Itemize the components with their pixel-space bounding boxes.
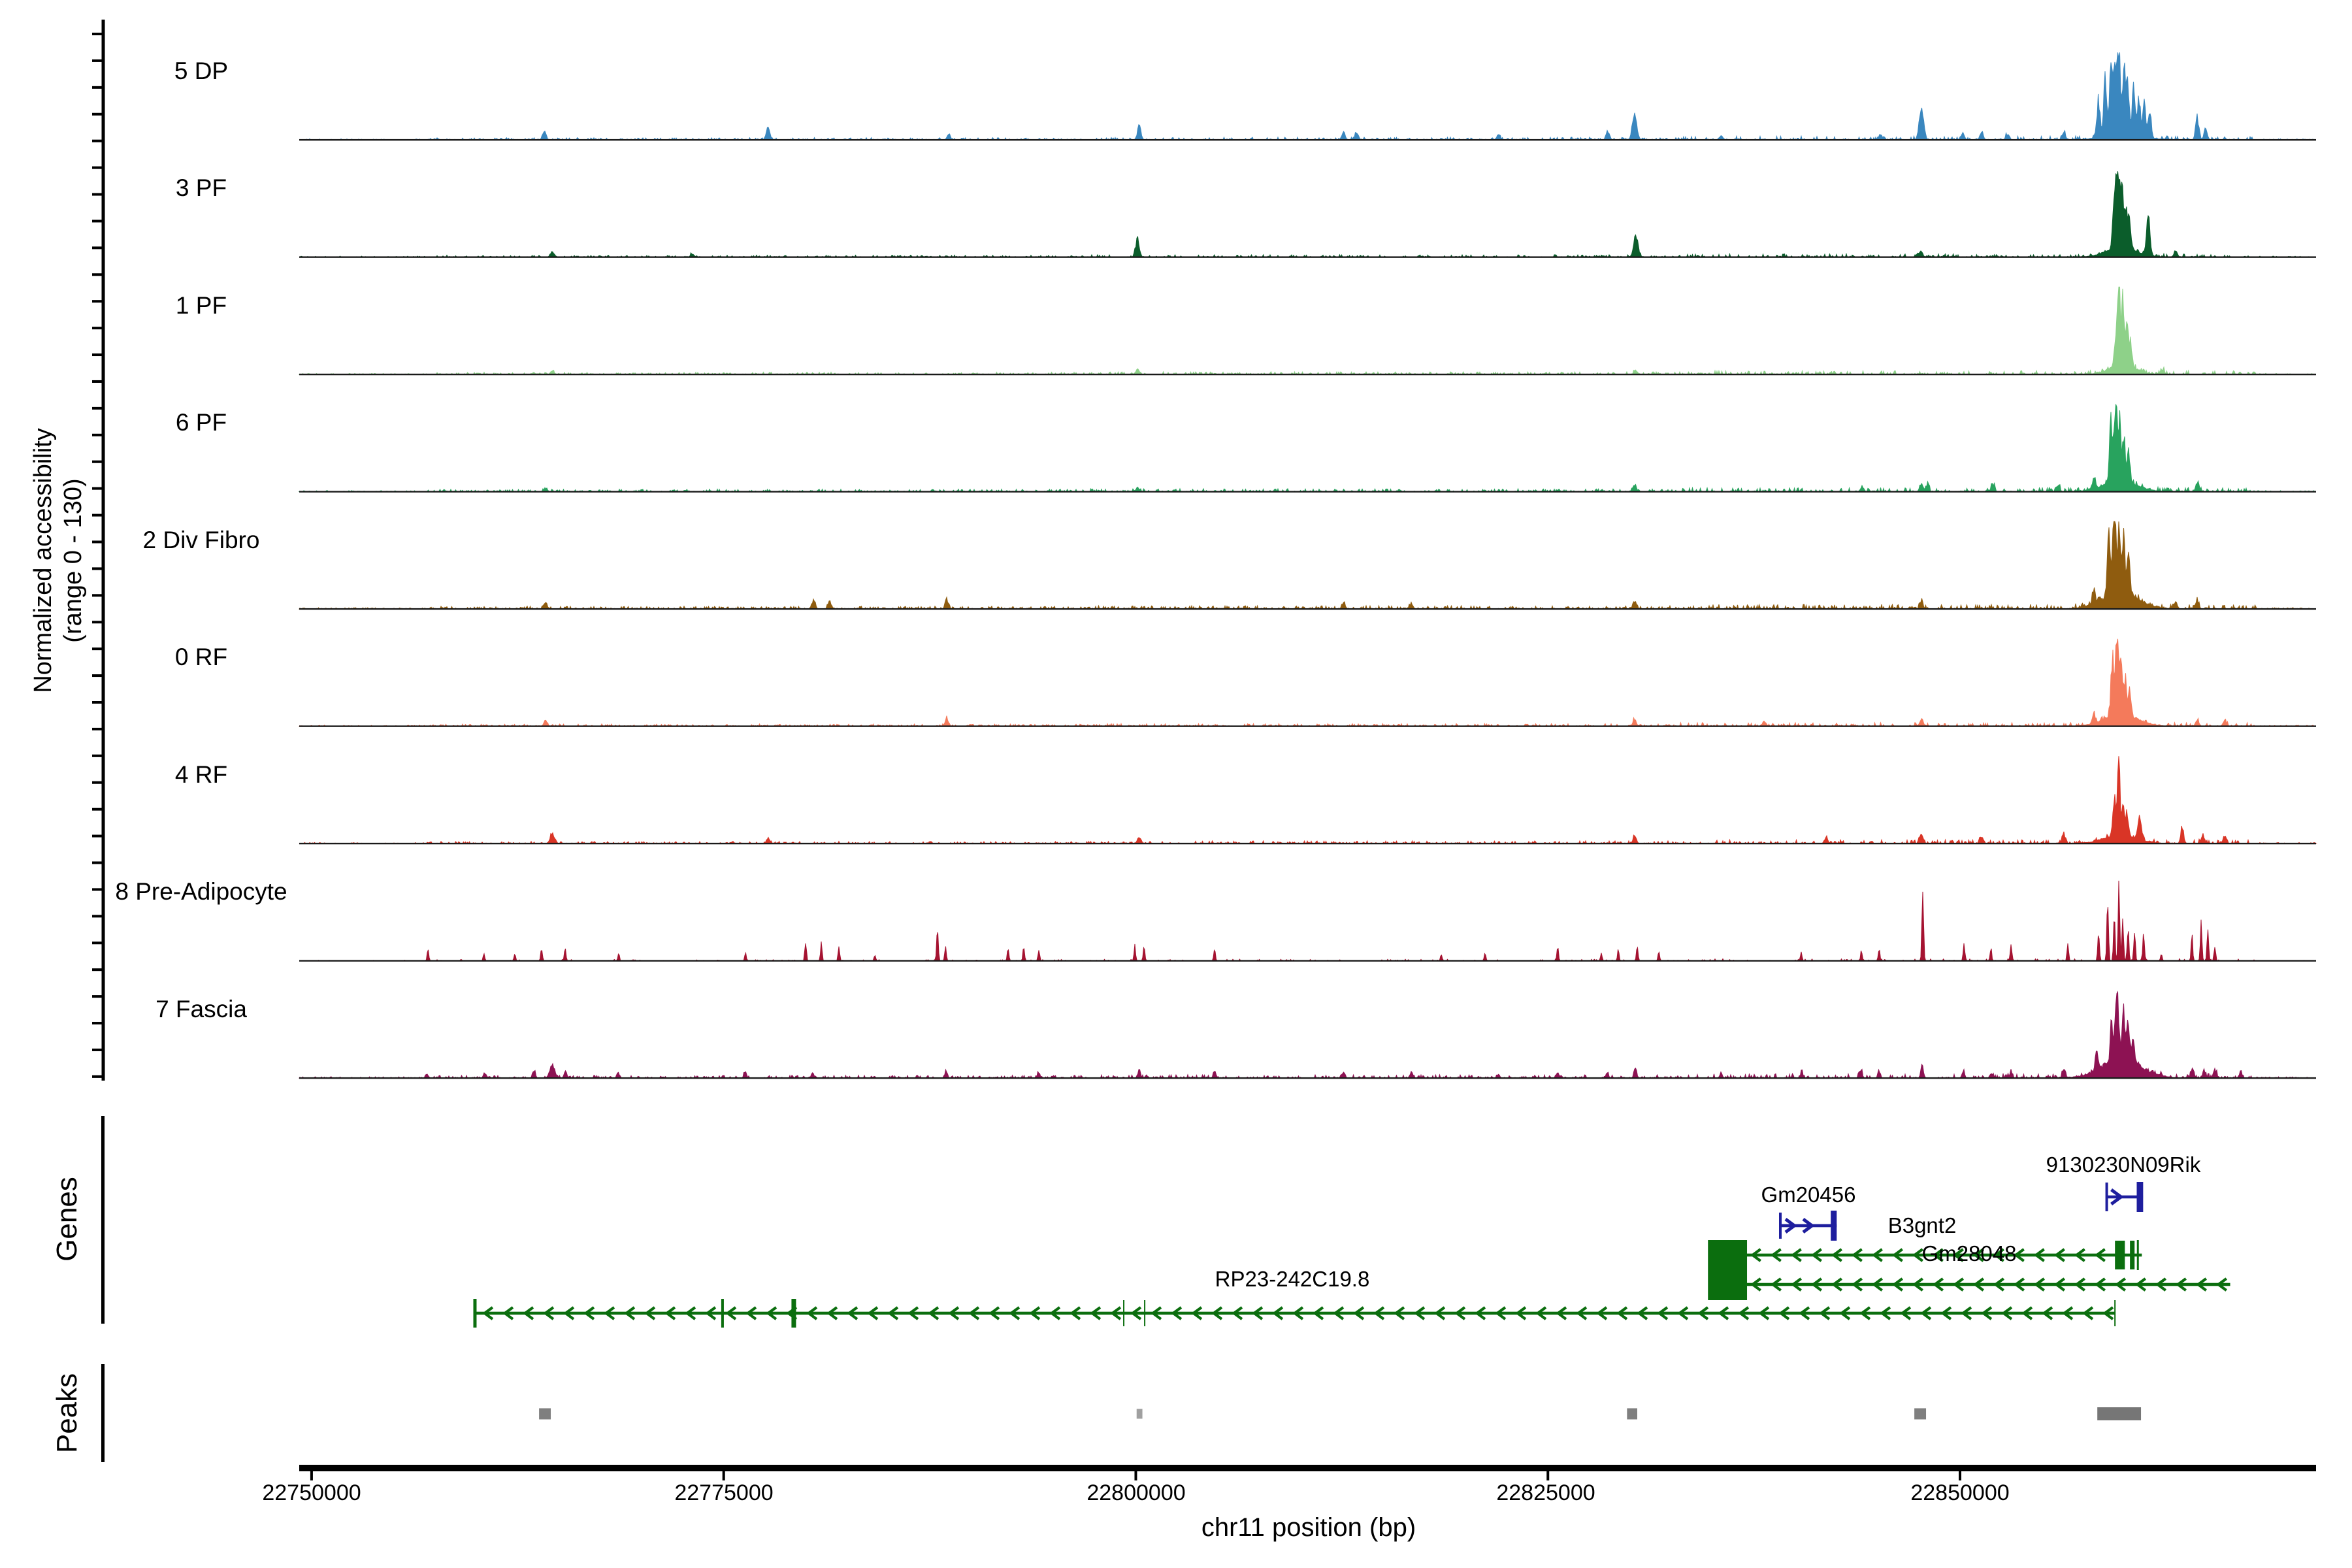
- track-signal-7-fascia: [299, 992, 2316, 1078]
- y-axis-tick: [92, 487, 102, 490]
- track-signal-3-pf: [299, 171, 2316, 257]
- peak-region-box: [1914, 1409, 1926, 1420]
- x-tick-22750000: 22750000: [227, 1480, 397, 1506]
- x-axis-tick: [310, 1471, 313, 1480]
- gene-exon-box: [2136, 1182, 2143, 1212]
- x-tick-22825000: 22825000: [1461, 1480, 1631, 1506]
- track-baseline: [299, 256, 2316, 257]
- peaks-section-label: Peaks: [50, 1315, 84, 1511]
- gene-exon-box: [2115, 1241, 2125, 1269]
- genome-tracks-plot: [0, 0, 2352, 1568]
- x-axis-bar: [299, 1465, 2316, 1471]
- gene-exon-tick: [791, 1299, 796, 1328]
- genome-browser-figure: 5 DP 3 PF 1 PF 6 PF 2 Div Fibro 0 RF 4 R…: [0, 0, 2352, 1568]
- track-label-7-fascia: 7 Fascia: [71, 996, 332, 1023]
- track-label-1-pf: 1 PF: [71, 292, 332, 319]
- y-axis-tick: [92, 674, 102, 677]
- track-baseline: [299, 725, 2316, 727]
- track-label-2-div-fibro: 2 Div Fibro: [71, 527, 332, 554]
- y-axis-tick: [92, 701, 102, 704]
- track-baseline: [299, 139, 2316, 140]
- gene-exon-tick: [1123, 1300, 1124, 1326]
- genes-section-label: Genes: [50, 1121, 84, 1317]
- y-axis-tick: [92, 353, 102, 356]
- y-axis-tick: [92, 1075, 102, 1078]
- track-signal-8-pre-adipocyte: [299, 881, 2316, 961]
- track-label-4-rf: 4 RF: [71, 761, 332, 789]
- y-axis-tick: [92, 220, 102, 222]
- y-axis-tick: [92, 915, 102, 917]
- peak-region-box: [539, 1409, 551, 1420]
- track-signal-5-dp: [299, 52, 2316, 140]
- gene-label-b3gnt2: B3gnt2: [1778, 1213, 2066, 1238]
- gene-label-9130230n09rik: 9130230N09Rik: [1980, 1152, 2267, 1177]
- track-label-5-dp: 5 DP: [71, 57, 332, 85]
- y-axis-tick: [92, 594, 102, 596]
- track-baseline: [299, 843, 2316, 844]
- y-axis-tick: [92, 621, 102, 623]
- x-axis-tick: [1546, 1471, 1549, 1480]
- y-axis-tick: [92, 835, 102, 838]
- track-baseline: [299, 491, 2316, 492]
- track-baseline: [299, 1077, 2316, 1079]
- gene-exon-tick: [473, 1299, 476, 1328]
- y-axis-tick: [92, 380, 102, 383]
- track-signal-0-rf: [299, 639, 2316, 727]
- gene-exon-box: [1708, 1240, 1747, 1300]
- x-tick-22850000: 22850000: [1875, 1480, 2045, 1506]
- track-label-0-rf: 0 RF: [71, 644, 332, 671]
- track-baseline: [299, 374, 2316, 375]
- y-axis-tick: [92, 728, 102, 730]
- y-axis-tick: [92, 968, 102, 971]
- y-axis-tick: [92, 808, 102, 811]
- track-label-6-pf: 6 PF: [71, 409, 332, 436]
- y-axis-tick: [92, 246, 102, 249]
- y-axis-tick: [92, 167, 102, 169]
- y-axis-label-line1: Normalized accessibility: [28, 312, 58, 809]
- y-axis-tick: [92, 862, 102, 864]
- x-tick-22800000: 22800000: [1051, 1480, 1221, 1506]
- gene-exon-tick: [2137, 1240, 2139, 1270]
- track-signal-4-rf: [299, 756, 2316, 843]
- track-signal-1-pf: [299, 287, 2316, 374]
- y-axis-tick: [92, 567, 102, 570]
- gene-exon-box: [2130, 1241, 2134, 1269]
- y-axis-tick: [92, 461, 102, 463]
- gene-exon-tick: [2106, 1183, 2108, 1211]
- gene-exon-tick: [721, 1299, 724, 1328]
- peaks-bracket: [101, 1364, 105, 1462]
- gene-exon-tick: [1144, 1300, 1145, 1326]
- peak-region-box: [1137, 1409, 1143, 1419]
- track-signal-2-div-fibro: [299, 521, 2316, 609]
- y-axis-tick: [92, 113, 102, 116]
- y-axis-tick: [92, 941, 102, 944]
- gene-label-gm20456: Gm20456: [1665, 1183, 1952, 1207]
- y-axis-tick: [92, 514, 102, 517]
- track-label-8-pre-adipocyte: 8 Pre-Adipocyte: [71, 878, 332, 906]
- track-signal-6-pf: [299, 404, 2316, 492]
- track-label-3-pf: 3 PF: [71, 174, 332, 202]
- x-axis-title: chr11 position (bp): [1080, 1513, 1537, 1543]
- gene-label-gm28048: Gm28048: [1825, 1241, 2113, 1266]
- genes-bracket: [101, 1116, 105, 1324]
- y-axis-tick: [92, 86, 102, 89]
- y-axis-label: Normalized accessibility (range 0 - 130): [28, 312, 93, 809]
- y-axis-tick: [92, 327, 102, 329]
- peak-region-box: [2097, 1407, 2141, 1420]
- x-axis-tick: [723, 1471, 725, 1480]
- y-axis-tick: [92, 273, 102, 276]
- gene-label-rp23-242c19-8: RP23-242C19.8: [1149, 1267, 1436, 1292]
- track-baseline: [299, 608, 2316, 610]
- peak-region-box: [1627, 1409, 1637, 1420]
- track-baseline: [299, 960, 2316, 961]
- x-axis-tick: [1134, 1471, 1137, 1480]
- y-axis-tick: [92, 33, 102, 35]
- y-axis-tick: [92, 140, 102, 142]
- y-axis-label-line2: (range 0 - 130): [58, 312, 88, 809]
- x-tick-22775000: 22775000: [639, 1480, 809, 1506]
- gene-exon-tick: [2114, 1300, 2115, 1326]
- y-axis-tick: [92, 1049, 102, 1051]
- y-axis-tick: [92, 755, 102, 757]
- x-axis-tick: [1959, 1471, 1961, 1480]
